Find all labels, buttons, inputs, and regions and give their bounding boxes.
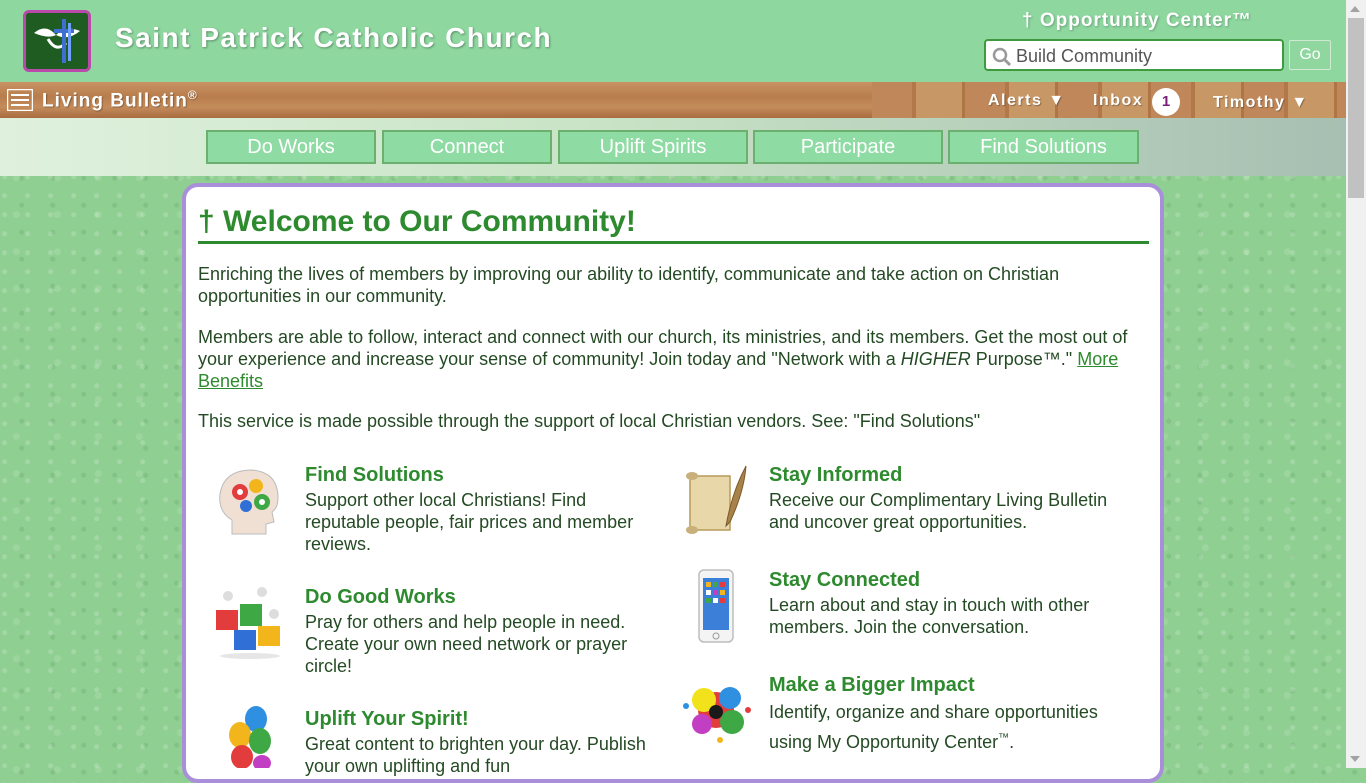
uplift-spirit-title[interactable]: Uplift Your Spirit! <box>305 708 469 731</box>
welcome-heading: † Welcome to Our Community! <box>198 205 636 238</box>
trademark-mark: ™ <box>998 732 1010 744</box>
vendors-paragraph: This service is made possible through th… <box>198 411 981 431</box>
bigger-impact-desc: Identify, organize and share opportuniti… <box>769 699 1139 755</box>
bigger-impact-period: . <box>1009 732 1015 752</box>
heading-divider <box>198 241 1149 244</box>
find-solutions-desc: Support other local Christians! Find rep… <box>305 490 634 554</box>
paint-splash-icon <box>683 687 751 743</box>
bigger-impact-title[interactable]: Make a Bigger Impact <box>769 674 975 697</box>
church-logo[interactable] <box>23 10 91 72</box>
members-paragraph: Members are able to follow, interact and… <box>198 326 1138 392</box>
scroll-up-arrow-icon[interactable] <box>1350 6 1360 12</box>
nav-uplift-spirits[interactable]: Uplift Spirits <box>558 130 748 164</box>
stay-connected-desc: Learn about and stay in touch with other… <box>769 595 1090 637</box>
puzzle-people-icon <box>216 587 280 659</box>
scroll-down-arrow-icon[interactable] <box>1350 756 1360 762</box>
opportunity-center-title[interactable]: † Opportunity Center™ <box>1022 10 1252 32</box>
nav-do-works[interactable]: Do Works <box>206 130 376 164</box>
scroll-quill-icon <box>686 465 747 534</box>
smartphone-icon <box>698 569 734 643</box>
inbox-link[interactable]: Inbox <box>1093 92 1143 110</box>
nav-connect[interactable]: Connect <box>382 130 552 164</box>
bigger-impact-text: Identify, organize and share opportuniti… <box>769 702 1098 752</box>
search-input[interactable] <box>1014 43 1280 69</box>
find-solutions-title[interactable]: Find Solutions <box>305 464 444 487</box>
living-bulletin-bar <box>0 82 1346 118</box>
stay-connected-title[interactable]: Stay Connected <box>769 569 920 592</box>
nav-find-solutions[interactable]: Find Solutions <box>948 130 1139 164</box>
brain-gears-icon <box>219 469 279 535</box>
alerts-menu[interactable]: Alerts ▼ <box>988 92 1066 110</box>
do-good-works-desc: Pray for others and help people in need.… <box>305 612 628 676</box>
inbox-count-badge[interactable]: 1 <box>1152 88 1180 116</box>
search-icon <box>992 47 1012 67</box>
do-good-works-title[interactable]: Do Good Works <box>305 586 456 609</box>
living-bulletin-label: Living Bulletin <box>42 90 188 112</box>
stay-informed-title[interactable]: Stay Informed <box>769 464 902 487</box>
scroll-thumb[interactable] <box>1348 18 1364 198</box>
higher-emphasis: HIGHER <box>900 349 971 369</box>
hamburger-menu-icon[interactable] <box>7 89 33 111</box>
balloons-icon <box>229 706 271 768</box>
registered-mark: ® <box>187 88 198 102</box>
nav-participate[interactable]: Participate <box>753 130 943 164</box>
intro-paragraph: Enriching the lives of members by improv… <box>198 264 1060 306</box>
living-bulletin-title[interactable]: Living Bulletin® <box>42 88 198 112</box>
members-text-b: Purpose™." <box>970 349 1078 369</box>
stay-informed-desc: Receive our Complimentary Living Bulleti… <box>769 490 1108 532</box>
uplift-spirit-desc: Great content to brighten your day. Publ… <box>305 734 646 776</box>
site-title[interactable]: Saint Patrick Catholic Church <box>115 22 552 54</box>
user-menu[interactable]: Timothy ▼ <box>1213 94 1309 112</box>
search-box[interactable] <box>984 39 1284 71</box>
go-button[interactable]: Go <box>1289 40 1331 70</box>
